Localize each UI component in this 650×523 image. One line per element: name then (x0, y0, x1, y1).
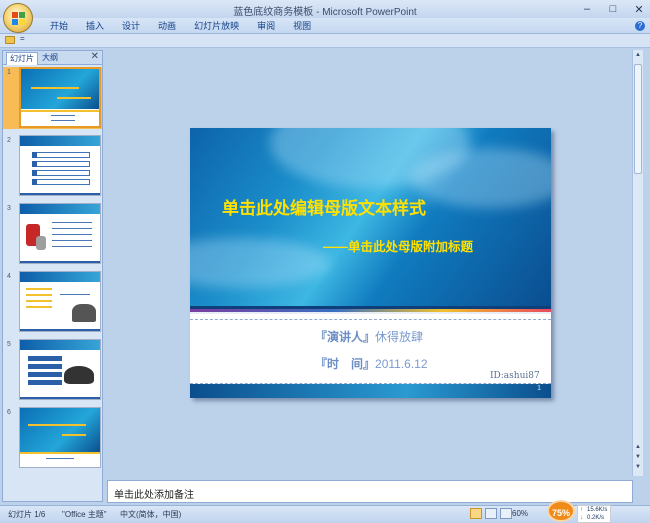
tab-review[interactable]: 审阅 (248, 20, 284, 32)
slide-thumbnail-row[interactable]: 4 (3, 271, 102, 333)
minimize-button[interactable]: – (580, 3, 594, 15)
slide-thumbnail-row[interactable]: 2 (3, 135, 102, 197)
zoom-level[interactable]: 60% (512, 509, 528, 518)
slide-number: 2 (7, 137, 11, 144)
vertical-scrollbar[interactable]: ▲ ▲ ▼ ▼ (632, 50, 643, 476)
window-title: 蓝色底纹商务模板 - Microsoft PowerPoint (233, 7, 417, 18)
customize-qat-icon[interactable]: = (20, 34, 25, 43)
tab-animation[interactable]: 动画 (149, 20, 185, 32)
id-watermark: ID:ashui87 (490, 371, 540, 381)
upload-arrow-icon: ↑ (580, 507, 583, 513)
tab-design[interactable]: 设计 (113, 20, 149, 32)
slides-panel: 幻灯片 大纲 ✕ 1 2 3 4 5 6 (2, 50, 103, 502)
office-logo-icon (12, 12, 25, 25)
slide-thumbnail[interactable] (19, 203, 101, 264)
time-value: 2011.6.12 (375, 357, 428, 371)
slide-thumbnail[interactable] (19, 271, 101, 332)
slide-number: 6 (7, 409, 11, 416)
presenter-value: 休得放肆 (375, 330, 424, 344)
view-buttons (470, 508, 512, 519)
slide-counter: 幻灯片 1/6 (8, 510, 46, 519)
previous-slide-icon[interactable]: ▲ (633, 444, 643, 450)
presenter-label: 『演讲人』 (315, 330, 376, 344)
slide-title[interactable]: 单击此处编辑母版文本样式 (222, 194, 426, 219)
main-slide[interactable]: 单击此处编辑母版文本样式 ——单击此处母版附加标题 『演讲人』休得放肆 『时 间… (190, 128, 551, 398)
open-folder-icon[interactable] (5, 36, 15, 44)
slide-thumbnail[interactable] (19, 407, 101, 468)
tab-outline[interactable]: 大纲 (39, 52, 61, 65)
tab-slideshow[interactable]: 幻灯片放映 (185, 20, 248, 32)
tab-slides[interactable]: 幻灯片 (6, 52, 38, 65)
slide-thumbnail[interactable] (19, 339, 101, 400)
presenter-line[interactable]: 『演讲人』休得放肆 (315, 328, 423, 345)
slide-thumbnail-row[interactable]: 1 (3, 67, 102, 129)
time-label: 『时 间』 (315, 357, 376, 371)
language-indicator[interactable]: 中文(简体，中国) (120, 509, 181, 520)
close-panel-icon[interactable]: ✕ (91, 51, 99, 62)
scrollbar-thumb[interactable] (634, 64, 642, 174)
slide-thumbnail[interactable] (19, 135, 101, 196)
slide-number: 4 (7, 273, 11, 280)
scroll-down-icon[interactable]: ▼ (633, 464, 643, 470)
page-number: 1 (537, 385, 541, 392)
download-speed: 0.2K/s (587, 515, 605, 521)
title-bar: 蓝色底纹商务模板 - Microsoft PowerPoint – □ ✕ (0, 0, 650, 18)
slide-thumbnail-row[interactable]: 3 (3, 203, 102, 265)
quick-access-toolbar: = (0, 34, 650, 48)
window-controls: – □ ✕ (580, 0, 646, 18)
network-speed-widget: ↑ 15.6K/s ↓ 0.2K/s (577, 505, 611, 523)
close-button[interactable]: ✕ (632, 3, 646, 16)
normal-view-icon[interactable] (470, 508, 482, 519)
slide-thumbnail-row[interactable]: 5 (3, 339, 102, 401)
slide-sorter-icon[interactable] (485, 508, 497, 519)
upload-speed: 15.6K/s (587, 507, 608, 513)
slide-subtitle[interactable]: ——单击此处母版附加标题 (323, 236, 473, 255)
maximize-button[interactable]: □ (606, 3, 620, 15)
download-arrow-icon: ↓ (580, 515, 583, 521)
top-dashed-divider (190, 319, 551, 320)
panel-tabs: 幻灯片 大纲 ✕ (3, 51, 102, 65)
slide-thumbnail[interactable] (19, 67, 101, 128)
slide-footer-band: 1 (190, 384, 551, 398)
theme-name: "Office 主题" (62, 510, 107, 519)
tab-view[interactable]: 视图 (284, 20, 320, 32)
slide-number: 1 (7, 69, 11, 76)
zoom-badge[interactable]: 75% (547, 500, 575, 522)
tab-insert[interactable]: 插入 (77, 20, 113, 32)
scroll-up-icon[interactable]: ▲ (633, 52, 643, 58)
slideshow-view-icon[interactable] (500, 508, 512, 519)
slide-thumbnail-row[interactable]: 6 (3, 407, 102, 469)
slide-header-background (190, 128, 551, 310)
ribbon-tabs: 开始 插入 设计 动画 幻灯片放映 审阅 视图 ? (0, 18, 650, 34)
office-button[interactable] (3, 3, 33, 33)
time-line[interactable]: 『时 间』2011.6.12 (315, 355, 428, 372)
notes-placeholder: 单击此处添加备注 (114, 490, 194, 501)
help-icon[interactable]: ? (635, 21, 645, 31)
tab-home[interactable]: 开始 (41, 20, 77, 32)
slide-number: 3 (7, 205, 11, 212)
next-slide-icon[interactable]: ▼ (633, 454, 643, 460)
slide-number: 5 (7, 341, 11, 348)
notes-pane[interactable]: 单击此处添加备注 (107, 480, 633, 503)
